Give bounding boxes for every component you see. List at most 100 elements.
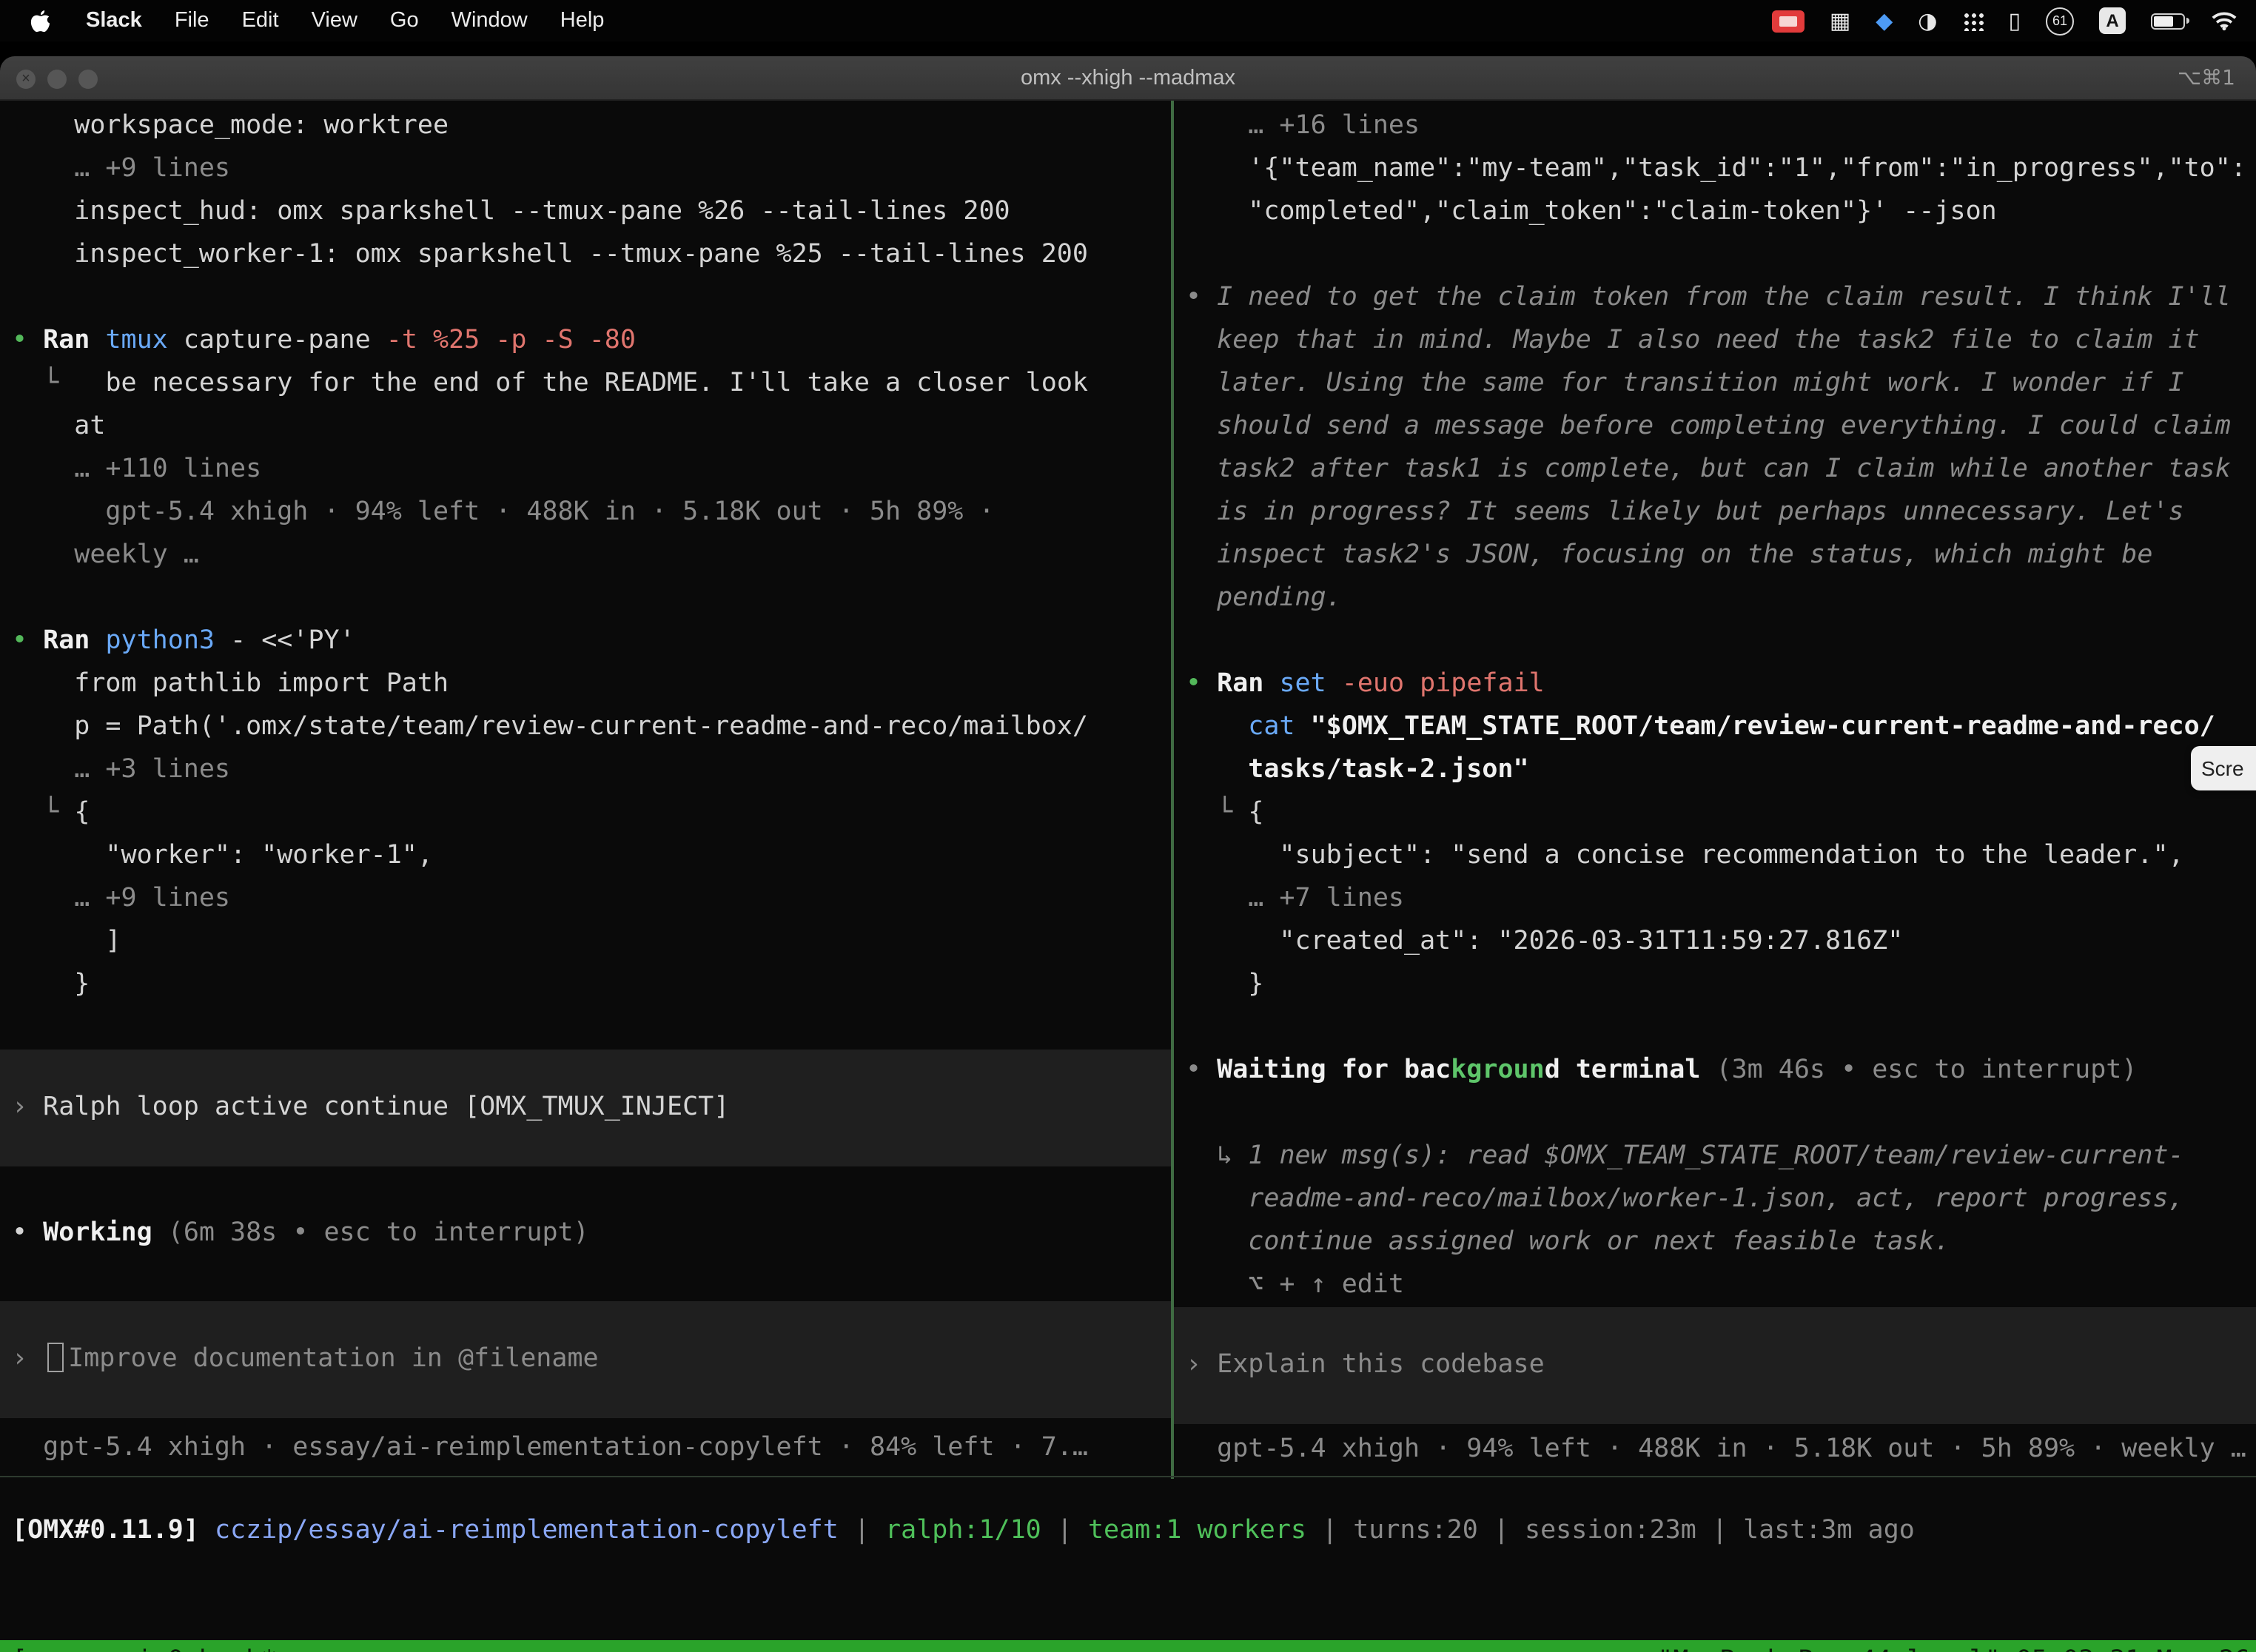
omx-hud-line: [OMX#0.11.9] cczip/essay/ai-reimplementa… [0,1510,2256,1553]
text-segment: readme-and-reco/mailbox/worker-1.json, a… [1186,1184,2184,1214]
text-segment: set [1279,669,1341,699]
terminal-line [1174,620,2256,663]
battery-icon[interactable] [2151,13,2185,29]
text-segment: cczip/essay/ai-reimplementation-copyleft [215,1516,839,1545]
terminal-line: weekly … [0,534,1171,577]
dots-grid-menu-extra-icon[interactable] [1962,11,1983,30]
text-segment: { [1248,798,1263,827]
prompt-band[interactable]: › Improve documentation in @filename [0,1301,1171,1418]
menu-help[interactable]: Help [544,0,621,41]
text-segment: turns:20 [1353,1516,1478,1545]
app-menu-slack[interactable]: Slack [70,0,158,41]
blue-assistant-menu-extra-icon[interactable]: ◆ [1876,10,1893,32]
menu-bar-left: Slack File Edit View Go Window Help [0,0,620,41]
terminal-line: tasks/task-2.json" [1174,749,2256,792]
menu-window[interactable]: Window [435,0,544,41]
terminal-line: • Ran set -euo pipefail [1174,663,2256,706]
text-segment: Waiting for bac [1217,1055,1451,1085]
desktop: Slack File Edit View Go Window Help ▦ ◆ … [0,0,2256,1652]
left-pane-content: workspace_mode: worktree … +9 lines insp… [0,105,1171,1470]
tmux-right-pane[interactable]: … +16 lines '{"team_name":"my-team","tas… [1174,101,2256,1476]
menu-go[interactable]: Go [374,0,435,41]
slim-device-menu-extra-icon[interactable]: ▯ [2008,10,2021,32]
text-segment: - <<'PY' [230,626,355,656]
terminal-line: later. Using the same for transition mig… [1174,363,2256,406]
pane-bottom-divider [0,1476,2256,1477]
terminal-line: … +3 lines [0,749,1171,792]
text-segment: ⌥ + ↑ edit [1186,1270,1404,1300]
text-segment: └ [1186,798,1248,827]
text-segment: "$OMX_TEAM_STATE_ROOT/team/review-curren… [1311,712,2215,742]
terminal-line: › Ralph loop active continue [OMX_TMUX_I… [0,1087,1171,1129]
terminal-line [1174,1007,2256,1050]
terminal-line: … +9 lines [0,878,1171,921]
terminal-line: ↳ 1 new msg(s): read $OMX_TEAM_STATE_ROO… [1174,1135,2256,1178]
prompt-band[interactable]: › Ralph loop active continue [OMX_TMUX_I… [0,1050,1171,1166]
grid-menu-extra-icon[interactable]: ▦ [1830,10,1850,32]
text-segment: gpt-5.4 xhigh · 94% left · 488K in · 5.1… [12,497,995,527]
zoom-button[interactable] [78,69,98,88]
tmux-session-window[interactable]: [omx-cczip0:bash* [12,1640,277,1652]
terminal-line: gpt-5.4 xhigh · 94% left · 488K in · 5.1… [0,491,1171,534]
text-segment: (6m 38s • esc to interrupt) [168,1218,589,1248]
terminal-line: is in progress? It seems likely but perh… [1174,491,2256,534]
terminal-line: • Ran tmux capture-pane -t %25 -p -S -80 [0,320,1171,363]
battery-percentage-icon[interactable]: 61 [2046,7,2074,35]
text-segment: tasks/task-2.json" [1186,755,1529,785]
text-segment: | [1306,1516,1353,1545]
text-segment: Improve documentation in @filename [68,1344,598,1374]
text-segment: … +7 lines [1186,884,1404,913]
text-segment: 1 new msg(s): read $OMX_TEAM_STATE_ROOT/… [1248,1141,2183,1171]
text-segment: … +9 lines [12,884,230,913]
text-segment: weekly … [12,540,199,570]
window-title-bar[interactable]: × omx --xhigh --madmax ⌥⌘1 [0,56,2256,101]
terminal-line: "subject": "send a concise recommendatio… [1174,835,2256,878]
text-cursor [47,1343,64,1372]
terminal-line [0,277,1171,320]
terminal-line: gpt-5.4 xhigh · essay/ai-reimplementatio… [0,1427,1171,1470]
screen-recording-indicator-icon[interactable] [1772,10,1805,32]
text-segment: later. Using the same for transition mig… [1186,369,2184,398]
text-segment: cat [1186,712,1311,742]
apple-menu[interactable] [0,0,70,41]
terminal-line: › Explain this codebase [1174,1344,2256,1387]
text-segment: at [12,412,105,441]
text-segment: • [1186,669,1217,699]
wifi-icon[interactable] [2210,10,2238,31]
tmux-left-pane[interactable]: workspace_mode: worktree … +9 lines insp… [0,101,1171,1476]
text-segment: continue assigned work or next feasible … [1186,1227,1950,1257]
text-segment: └ [12,798,74,827]
terminal-line [1174,1092,2256,1135]
terminal-line: gpt-5.4 xhigh · 94% left · 488K in · 5.1… [1174,1428,2256,1471]
text-segment: Working [43,1218,168,1248]
text-segment: • [12,1218,43,1248]
text-segment: inspect_hud: omx sparkshell --tmux-pane … [12,197,1010,226]
text-segment: … +110 lines [12,454,261,484]
prompt-band[interactable]: › Explain this codebase [1174,1307,2256,1424]
text-segment: from pathlib import Path [12,669,449,699]
menu-edit[interactable]: Edit [226,0,295,41]
terminal-line: keep that in mind. Maybe I also need the… [1174,320,2256,363]
text-segment: '{"team_name":"my-team","task_id":"1","f… [1186,154,2246,184]
text-segment: d terminal [1545,1055,1716,1085]
screenshot-preview-tooltip[interactable]: Scre [2191,746,2256,790]
terminal-line: • Ran python3 - <<'PY' [0,620,1171,663]
text-segment: team:1 workers [1088,1516,1306,1545]
keyboard-input-source-icon[interactable]: A [2099,7,2126,34]
text-segment: gpt-5.4 xhigh · essay/ai-reimplementatio… [12,1433,1088,1463]
terminal-line: … +7 lines [1174,878,2256,921]
circle-menu-extra-icon[interactable]: ◑ [1918,10,1937,32]
menu-view[interactable]: View [295,0,374,41]
text-segment: Ralph loop active continue [OMX_TMUX_INJ… [43,1092,729,1122]
close-button[interactable]: × [16,69,36,88]
text-segment: } [12,970,90,999]
terminal-line: p = Path('.omx/state/team/review-current… [0,706,1171,749]
text-segment: Ran [43,626,105,656]
terminal-line: └ { [0,792,1171,835]
terminal-line: • Working (6m 38s • esc to interrupt) [0,1212,1171,1255]
menu-file[interactable]: File [158,0,226,41]
text-segment: tmux [105,326,183,355]
minimize-button[interactable] [47,69,67,88]
terminal-line: [OMX#0.11.9] cczip/essay/ai-reimplementa… [0,1510,2256,1553]
text-segment: | [1696,1516,1743,1545]
